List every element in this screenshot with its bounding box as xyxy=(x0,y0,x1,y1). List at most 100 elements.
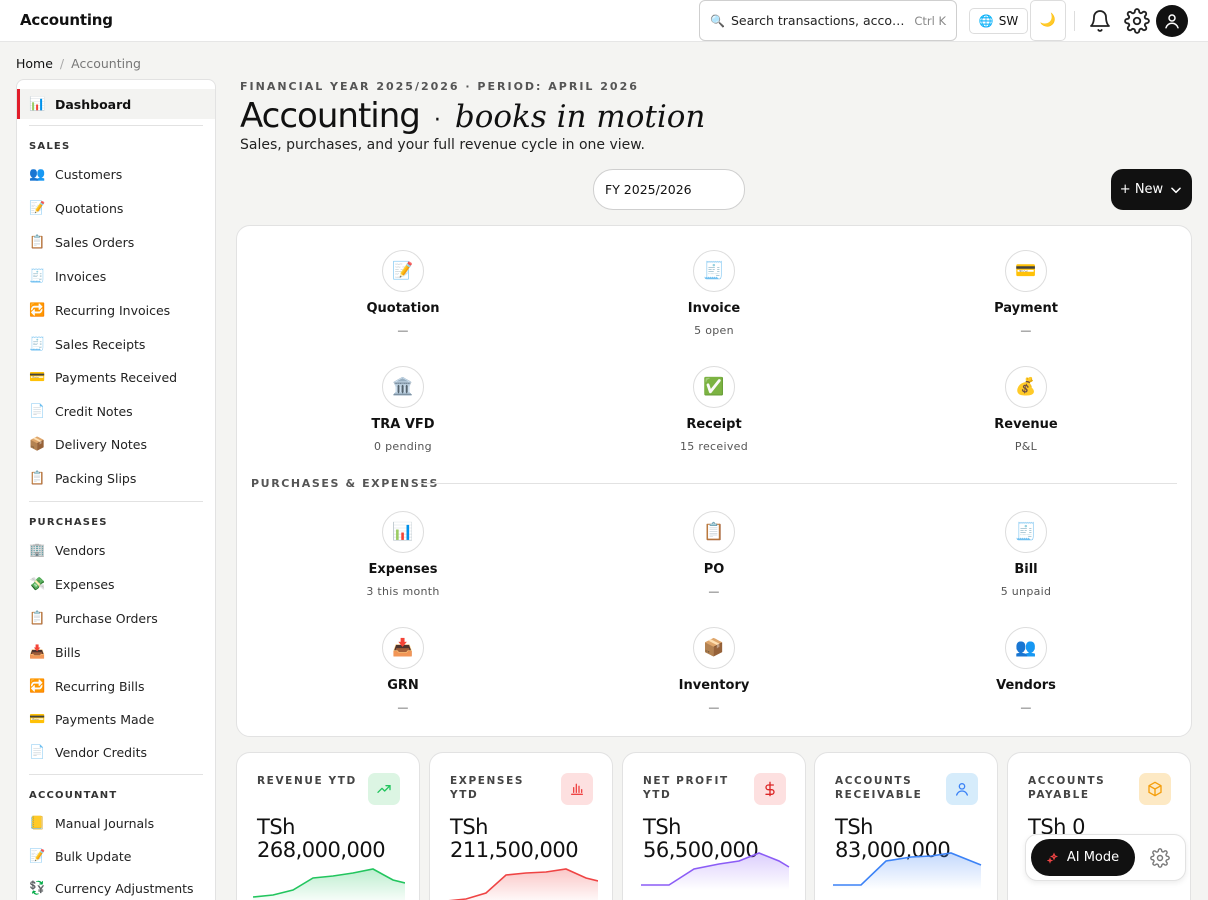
bank-icon: 🏛️ xyxy=(382,366,424,408)
office-building-icon: 🏢 xyxy=(29,542,46,558)
sidebar-item-currency-adjustments[interactable]: 💱 Currency Adjustments xyxy=(17,873,215,900)
sidebar-item-payments-made[interactable]: 💳 Payments Made xyxy=(17,704,215,734)
globe-icon: 🌐 xyxy=(978,14,994,28)
gear-icon[interactable] xyxy=(1150,848,1170,868)
sidebar-item-purchase-orders[interactable]: 📋 Purchase Orders xyxy=(17,603,215,633)
user-icon xyxy=(946,773,978,805)
people-icon: 👥 xyxy=(29,166,46,182)
kpi-card-expenses-ytd[interactable]: EXPENSES YTD TSh 211,500,000 xyxy=(429,752,613,900)
sidebar-item-sales-orders[interactable]: 📋 Sales Orders xyxy=(17,227,215,257)
flow-node-inventory[interactable]: 📦 Inventory — xyxy=(644,627,784,714)
ai-mode-button[interactable]: AI Mode xyxy=(1031,839,1135,876)
memo-icon: 📝 xyxy=(382,250,424,292)
sidebar-item-bulk-update[interactable]: 📝 Bulk Update xyxy=(17,841,215,871)
net-profit-sparkline xyxy=(639,852,790,890)
user-icon xyxy=(1165,14,1179,29)
kpi-card-revenue-ytd[interactable]: REVENUE YTD TSh 268,000,000 xyxy=(236,752,420,900)
sparkle-icon xyxy=(1046,851,1058,864)
breadcrumb-home[interactable]: Home xyxy=(16,56,53,71)
theme-toggle[interactable]: 🌙 xyxy=(1030,0,1066,41)
sidebar-item-customers[interactable]: 👥 Customers xyxy=(17,159,215,189)
chevron-down-icon xyxy=(1171,186,1182,193)
search-input[interactable]: 🔍 Search transactions, accounts… Ctrl K xyxy=(699,0,957,41)
sidebar-item-sales-receipts[interactable]: 🧾 Sales Receipts xyxy=(17,329,215,359)
workflow-card: 📝 Quotation — 🧾 Invoice 5 open 💳 Payment… xyxy=(236,225,1192,737)
flow-node-invoice[interactable]: 🧾 Invoice 5 open xyxy=(644,250,784,337)
sidebar-item-recurring-invoices[interactable]: 🔁 Recurring Invoices xyxy=(17,295,215,325)
flow-node-expenses[interactable]: 📊 Expenses 3 this month xyxy=(333,511,473,598)
memo-icon: 📝 xyxy=(29,848,46,864)
divider xyxy=(29,501,203,502)
chart-icon: 📊 xyxy=(382,511,424,553)
gear-icon[interactable] xyxy=(1124,8,1150,34)
receipt-icon: 🧾 xyxy=(29,336,46,352)
ledger-icon: 📒 xyxy=(29,815,46,831)
page-title-italic: books in motion xyxy=(454,99,706,135)
flow-node-revenue[interactable]: 💰 Revenue P&L xyxy=(956,366,1096,453)
language-label: SW xyxy=(998,14,1019,28)
credit-card-icon: 💳 xyxy=(1005,250,1047,292)
sidebar-item-invoices[interactable]: 🧾 Invoices xyxy=(17,261,215,291)
page-subtitle: Sales, purchases, and your full revenue … xyxy=(240,137,645,153)
language-switch[interactable]: 🌐 SW xyxy=(969,8,1028,34)
credit-card-icon: 💳 xyxy=(29,369,46,385)
period-eyebrow: FINANCIAL YEAR 2025/2026 · PERIOD: APRIL… xyxy=(240,80,639,93)
receivable-sparkline xyxy=(831,852,982,890)
divider xyxy=(29,125,203,126)
sidebar: 📊 Dashboard SALES 👥 Customers 📝 Quotations… xyxy=(16,79,216,900)
inbox-tray-icon: 📥 xyxy=(29,644,46,660)
breadcrumb-current: Accounting xyxy=(71,56,141,71)
sidebar-item-payments-received[interactable]: 💳 Payments Received xyxy=(17,362,215,392)
trending-up-icon xyxy=(368,773,400,805)
flow-node-po[interactable]: 📋 PO — xyxy=(644,511,784,598)
package-icon: 📦 xyxy=(693,627,735,669)
sidebar-item-quotations[interactable]: 📝 Quotations xyxy=(17,193,215,223)
bell-icon[interactable] xyxy=(1088,9,1112,33)
credit-card-icon: 💳 xyxy=(29,711,46,727)
sidebar-item-credit-notes[interactable]: 📄 Credit Notes xyxy=(17,396,215,426)
breadcrumb-separator: / xyxy=(59,56,65,71)
bar-chart-icon xyxy=(561,773,593,805)
flow-node-tra-vfd[interactable]: 🏛️ TRA VFD 0 pending xyxy=(333,366,473,453)
people-icon: 👥 xyxy=(1005,627,1047,669)
sidebar-item-delivery-notes[interactable]: 📦 Delivery Notes xyxy=(17,429,215,459)
sidebar-item-bills[interactable]: 📥 Bills xyxy=(17,637,215,667)
receipt-icon: 🧾 xyxy=(29,268,46,284)
kpi-label: ACCOUNTS PAYABLE xyxy=(1028,775,1106,801)
search-icon: 🔍 xyxy=(710,13,725,28)
check-mark-icon: ✅ xyxy=(693,366,735,408)
sidebar-item-vendors[interactable]: 🏢 Vendors xyxy=(17,535,215,565)
receipt-icon: 🧾 xyxy=(1005,511,1047,553)
receipt-icon: 🧾 xyxy=(693,250,735,292)
sidebar-item-dashboard[interactable]: 📊 Dashboard xyxy=(17,89,215,119)
flow-node-grn[interactable]: 📥 GRN — xyxy=(333,627,473,714)
flow-node-payment[interactable]: 💳 Payment — xyxy=(956,250,1096,337)
sidebar-item-manual-journals[interactable]: 📒 Manual Journals xyxy=(17,808,215,838)
sidebar-item-recurring-bills[interactable]: 🔁 Recurring Bills xyxy=(17,671,215,701)
flow-node-bill[interactable]: 🧾 Bill 5 unpaid xyxy=(956,511,1096,598)
repeat-icon: 🔁 xyxy=(29,302,46,318)
avatar[interactable] xyxy=(1156,5,1188,37)
money-bag-icon: 💰 xyxy=(1005,366,1047,408)
sidebar-item-packing-slips[interactable]: 📋 Packing Slips xyxy=(17,463,215,493)
flow-node-quotation[interactable]: 📝 Quotation — xyxy=(333,250,473,337)
clipboard-icon: 📋 xyxy=(29,234,46,250)
box-icon xyxy=(1139,773,1171,805)
divider xyxy=(29,774,203,775)
fiscal-year-select[interactable]: FY 2025/2026 xyxy=(593,169,745,210)
memo-icon: 📝 xyxy=(29,200,46,216)
new-button[interactable]: + New xyxy=(1111,169,1192,210)
new-button-label: + New xyxy=(1119,182,1164,197)
sidebar-item-vendor-credits[interactable]: 📄 Vendor Credits xyxy=(17,737,215,767)
flow-node-vendors[interactable]: 👥 Vendors — xyxy=(956,627,1096,714)
repeat-icon: 🔁 xyxy=(29,678,46,694)
flow-node-receipt[interactable]: ✅ Receipt 15 received xyxy=(644,366,784,453)
top-bar: Accounting 🔍 Search transactions, accoun… xyxy=(0,0,1208,42)
page-title: Accounting · books in motion xyxy=(240,96,705,136)
section-label-purchases: PURCHASES & EXPENSES xyxy=(251,477,440,490)
sidebar-section-sales: SALES xyxy=(29,141,71,152)
kpi-card-accounts-receivable[interactable]: ACCOUNTS RECEIVABLE TSh 83,000,000 xyxy=(814,752,998,900)
currency-exchange-icon: 💱 xyxy=(29,880,46,896)
sidebar-item-expenses[interactable]: 💸 Expenses xyxy=(17,569,215,599)
kpi-card-net-profit-ytd[interactable]: NET PROFIT YTD TSh 56,500,000 xyxy=(622,752,806,900)
